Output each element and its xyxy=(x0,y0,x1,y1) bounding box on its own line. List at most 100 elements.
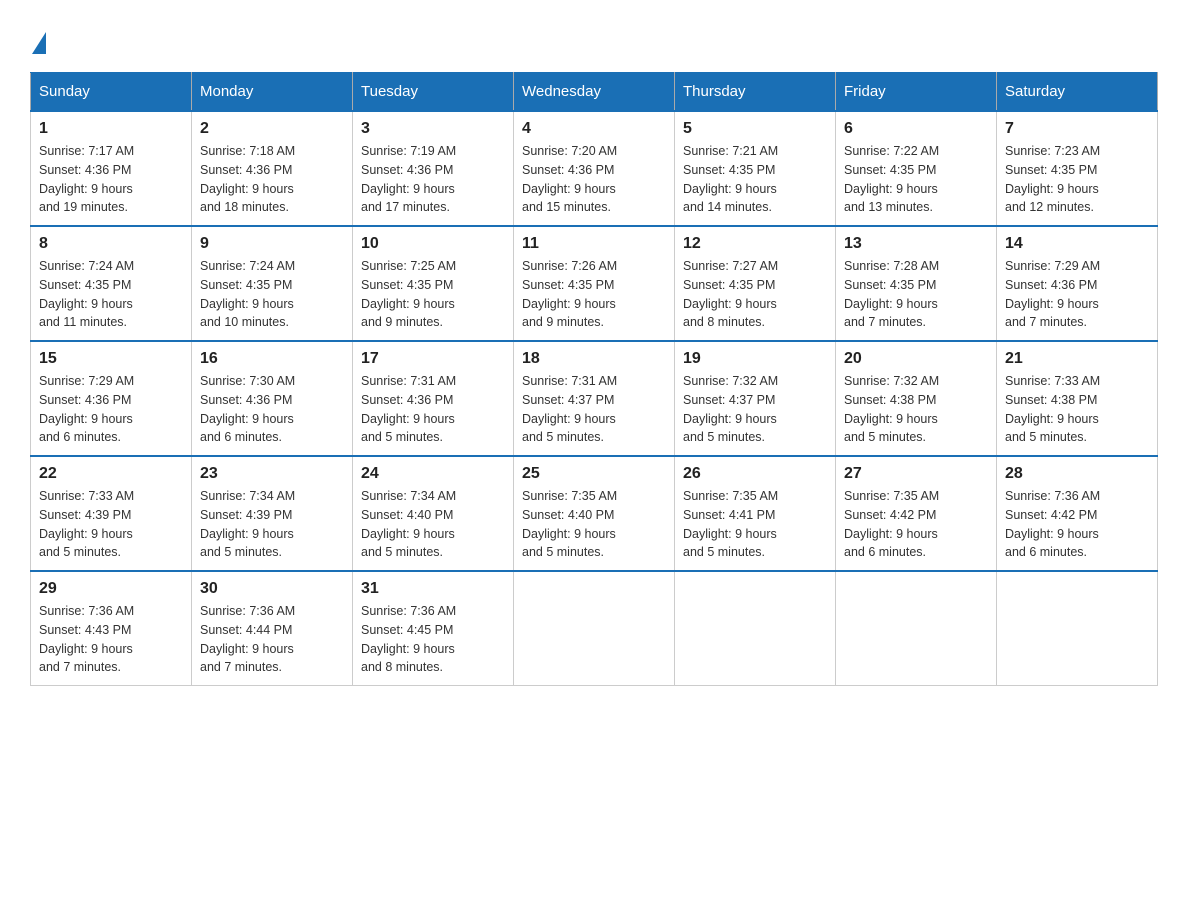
day-info: Sunrise: 7:36 AMSunset: 4:45 PMDaylight:… xyxy=(361,602,505,677)
day-info: Sunrise: 7:25 AMSunset: 4:35 PMDaylight:… xyxy=(361,257,505,332)
day-info: Sunrise: 7:23 AMSunset: 4:35 PMDaylight:… xyxy=(1005,142,1149,217)
page-header xyxy=(30,30,1158,52)
day-number: 5 xyxy=(683,120,827,138)
day-info: Sunrise: 7:32 AMSunset: 4:37 PMDaylight:… xyxy=(683,372,827,447)
day-info: Sunrise: 7:35 AMSunset: 4:42 PMDaylight:… xyxy=(844,487,988,562)
calendar-cell: 7 Sunrise: 7:23 AMSunset: 4:35 PMDaylight… xyxy=(997,111,1158,226)
day-number: 16 xyxy=(200,350,344,368)
logo-triangle-icon xyxy=(32,32,46,54)
calendar-week-row: 15 Sunrise: 7:29 AMSunset: 4:36 PMDayligh… xyxy=(31,341,1158,456)
day-info: Sunrise: 7:26 AMSunset: 4:35 PMDaylight:… xyxy=(522,257,666,332)
day-number: 7 xyxy=(1005,120,1149,138)
day-info: Sunrise: 7:36 AMSunset: 4:44 PMDaylight:… xyxy=(200,602,344,677)
calendar-header-wednesday: Wednesday xyxy=(514,73,675,112)
day-info: Sunrise: 7:34 AMSunset: 4:40 PMDaylight:… xyxy=(361,487,505,562)
calendar-cell: 21 Sunrise: 7:33 AMSunset: 4:38 PMDayligh… xyxy=(997,341,1158,456)
day-info: Sunrise: 7:35 AMSunset: 4:41 PMDaylight:… xyxy=(683,487,827,562)
calendar-cell: 5Sunrise: 7:21 AMSunset: 4:35 PMDaylight… xyxy=(675,111,836,226)
calendar-cell: 27 Sunrise: 7:35 AMSunset: 4:42 PMDayligh… xyxy=(836,456,997,571)
day-number: 23 xyxy=(200,465,344,483)
day-number: 3 xyxy=(361,120,505,138)
day-info: Sunrise: 7:29 AMSunset: 4:36 PMDaylight:… xyxy=(39,372,183,447)
day-number: 20 xyxy=(844,350,988,368)
calendar-week-row: 8Sunrise: 7:24 AMSunset: 4:35 PMDaylight… xyxy=(31,226,1158,341)
calendar-cell xyxy=(514,571,675,686)
day-info: Sunrise: 7:18 AMSunset: 4:36 PMDaylight:… xyxy=(200,142,344,217)
day-number: 1 xyxy=(39,120,183,138)
day-number: 21 xyxy=(1005,350,1149,368)
day-info: Sunrise: 7:24 AMSunset: 4:35 PMDaylight:… xyxy=(39,257,183,332)
calendar-week-row: 1 Sunrise: 7:17 AMSunset: 4:36 PMDaylight… xyxy=(31,111,1158,226)
day-info: Sunrise: 7:31 AMSunset: 4:36 PMDaylight:… xyxy=(361,372,505,447)
day-number: 9 xyxy=(200,235,344,253)
calendar-cell: 10 Sunrise: 7:25 AMSunset: 4:35 PMDayligh… xyxy=(353,226,514,341)
calendar-cell: 2 Sunrise: 7:18 AMSunset: 4:36 PMDaylight… xyxy=(192,111,353,226)
day-number: 11 xyxy=(522,235,666,253)
day-number: 6 xyxy=(844,120,988,138)
logo xyxy=(30,30,46,52)
calendar-cell: 6 Sunrise: 7:22 AMSunset: 4:35 PMDaylight… xyxy=(836,111,997,226)
day-info: Sunrise: 7:34 AMSunset: 4:39 PMDaylight:… xyxy=(200,487,344,562)
day-info: Sunrise: 7:24 AMSunset: 4:35 PMDaylight:… xyxy=(200,257,344,332)
calendar-cell: 19Sunrise: 7:32 AMSunset: 4:37 PMDayligh… xyxy=(675,341,836,456)
day-number: 18 xyxy=(522,350,666,368)
calendar-header-saturday: Saturday xyxy=(997,73,1158,112)
calendar-cell: 4Sunrise: 7:20 AMSunset: 4:36 PMDaylight… xyxy=(514,111,675,226)
calendar-cell xyxy=(997,571,1158,686)
day-number: 31 xyxy=(361,580,505,598)
calendar-week-row: 29Sunrise: 7:36 AMSunset: 4:43 PMDayligh… xyxy=(31,571,1158,686)
day-info: Sunrise: 7:33 AMSunset: 4:39 PMDaylight:… xyxy=(39,487,183,562)
calendar-cell: 8Sunrise: 7:24 AMSunset: 4:35 PMDaylight… xyxy=(31,226,192,341)
calendar-header-tuesday: Tuesday xyxy=(353,73,514,112)
calendar-cell: 22Sunrise: 7:33 AMSunset: 4:39 PMDayligh… xyxy=(31,456,192,571)
day-info: Sunrise: 7:28 AMSunset: 4:35 PMDaylight:… xyxy=(844,257,988,332)
day-number: 15 xyxy=(39,350,183,368)
calendar-header-sunday: Sunday xyxy=(31,73,192,112)
day-number: 2 xyxy=(200,120,344,138)
calendar-cell: 14Sunrise: 7:29 AMSunset: 4:36 PMDayligh… xyxy=(997,226,1158,341)
day-number: 25 xyxy=(522,465,666,483)
day-info: Sunrise: 7:36 AMSunset: 4:42 PMDaylight:… xyxy=(1005,487,1149,562)
day-number: 28 xyxy=(1005,465,1149,483)
calendar-header-thursday: Thursday xyxy=(675,73,836,112)
calendar-week-row: 22Sunrise: 7:33 AMSunset: 4:39 PMDayligh… xyxy=(31,456,1158,571)
day-info: Sunrise: 7:22 AMSunset: 4:35 PMDaylight:… xyxy=(844,142,988,217)
day-number: 12 xyxy=(683,235,827,253)
calendar-cell: 18 Sunrise: 7:31 AMSunset: 4:37 PMDayligh… xyxy=(514,341,675,456)
calendar-cell: 20 Sunrise: 7:32 AMSunset: 4:38 PMDayligh… xyxy=(836,341,997,456)
day-info: Sunrise: 7:29 AMSunset: 4:36 PMDaylight:… xyxy=(1005,257,1149,332)
day-number: 10 xyxy=(361,235,505,253)
day-number: 27 xyxy=(844,465,988,483)
calendar-cell: 26 Sunrise: 7:35 AMSunset: 4:41 PMDayligh… xyxy=(675,456,836,571)
calendar-cell: 13 Sunrise: 7:28 AMSunset: 4:35 PMDayligh… xyxy=(836,226,997,341)
calendar-cell xyxy=(836,571,997,686)
day-info: Sunrise: 7:32 AMSunset: 4:38 PMDaylight:… xyxy=(844,372,988,447)
calendar-table: SundayMondayTuesdayWednesdayThursdayFrid… xyxy=(30,72,1158,686)
calendar-cell: 11 Sunrise: 7:26 AMSunset: 4:35 PMDayligh… xyxy=(514,226,675,341)
calendar-cell: 29Sunrise: 7:36 AMSunset: 4:43 PMDayligh… xyxy=(31,571,192,686)
day-info: Sunrise: 7:33 AMSunset: 4:38 PMDaylight:… xyxy=(1005,372,1149,447)
calendar-header-monday: Monday xyxy=(192,73,353,112)
day-info: Sunrise: 7:19 AMSunset: 4:36 PMDaylight:… xyxy=(361,142,505,217)
calendar-cell: 24Sunrise: 7:34 AMSunset: 4:40 PMDayligh… xyxy=(353,456,514,571)
day-number: 29 xyxy=(39,580,183,598)
calendar-cell: 9 Sunrise: 7:24 AMSunset: 4:35 PMDaylight… xyxy=(192,226,353,341)
day-number: 13 xyxy=(844,235,988,253)
day-info: Sunrise: 7:20 AMSunset: 4:36 PMDaylight:… xyxy=(522,142,666,217)
day-info: Sunrise: 7:35 AMSunset: 4:40 PMDaylight:… xyxy=(522,487,666,562)
calendar-cell: 30 Sunrise: 7:36 AMSunset: 4:44 PMDayligh… xyxy=(192,571,353,686)
calendar-cell: 16 Sunrise: 7:30 AMSunset: 4:36 PMDayligh… xyxy=(192,341,353,456)
calendar-cell: 28 Sunrise: 7:36 AMSunset: 4:42 PMDayligh… xyxy=(997,456,1158,571)
calendar-cell: 25 Sunrise: 7:35 AMSunset: 4:40 PMDayligh… xyxy=(514,456,675,571)
calendar-cell: 3 Sunrise: 7:19 AMSunset: 4:36 PMDaylight… xyxy=(353,111,514,226)
day-number: 26 xyxy=(683,465,827,483)
day-info: Sunrise: 7:27 AMSunset: 4:35 PMDaylight:… xyxy=(683,257,827,332)
calendar-cell: 1 Sunrise: 7:17 AMSunset: 4:36 PMDaylight… xyxy=(31,111,192,226)
day-number: 30 xyxy=(200,580,344,598)
calendar-cell: 12 Sunrise: 7:27 AMSunset: 4:35 PMDayligh… xyxy=(675,226,836,341)
day-number: 17 xyxy=(361,350,505,368)
calendar-cell xyxy=(675,571,836,686)
day-info: Sunrise: 7:17 AMSunset: 4:36 PMDaylight:… xyxy=(39,142,183,217)
day-info: Sunrise: 7:30 AMSunset: 4:36 PMDaylight:… xyxy=(200,372,344,447)
day-info: Sunrise: 7:31 AMSunset: 4:37 PMDaylight:… xyxy=(522,372,666,447)
